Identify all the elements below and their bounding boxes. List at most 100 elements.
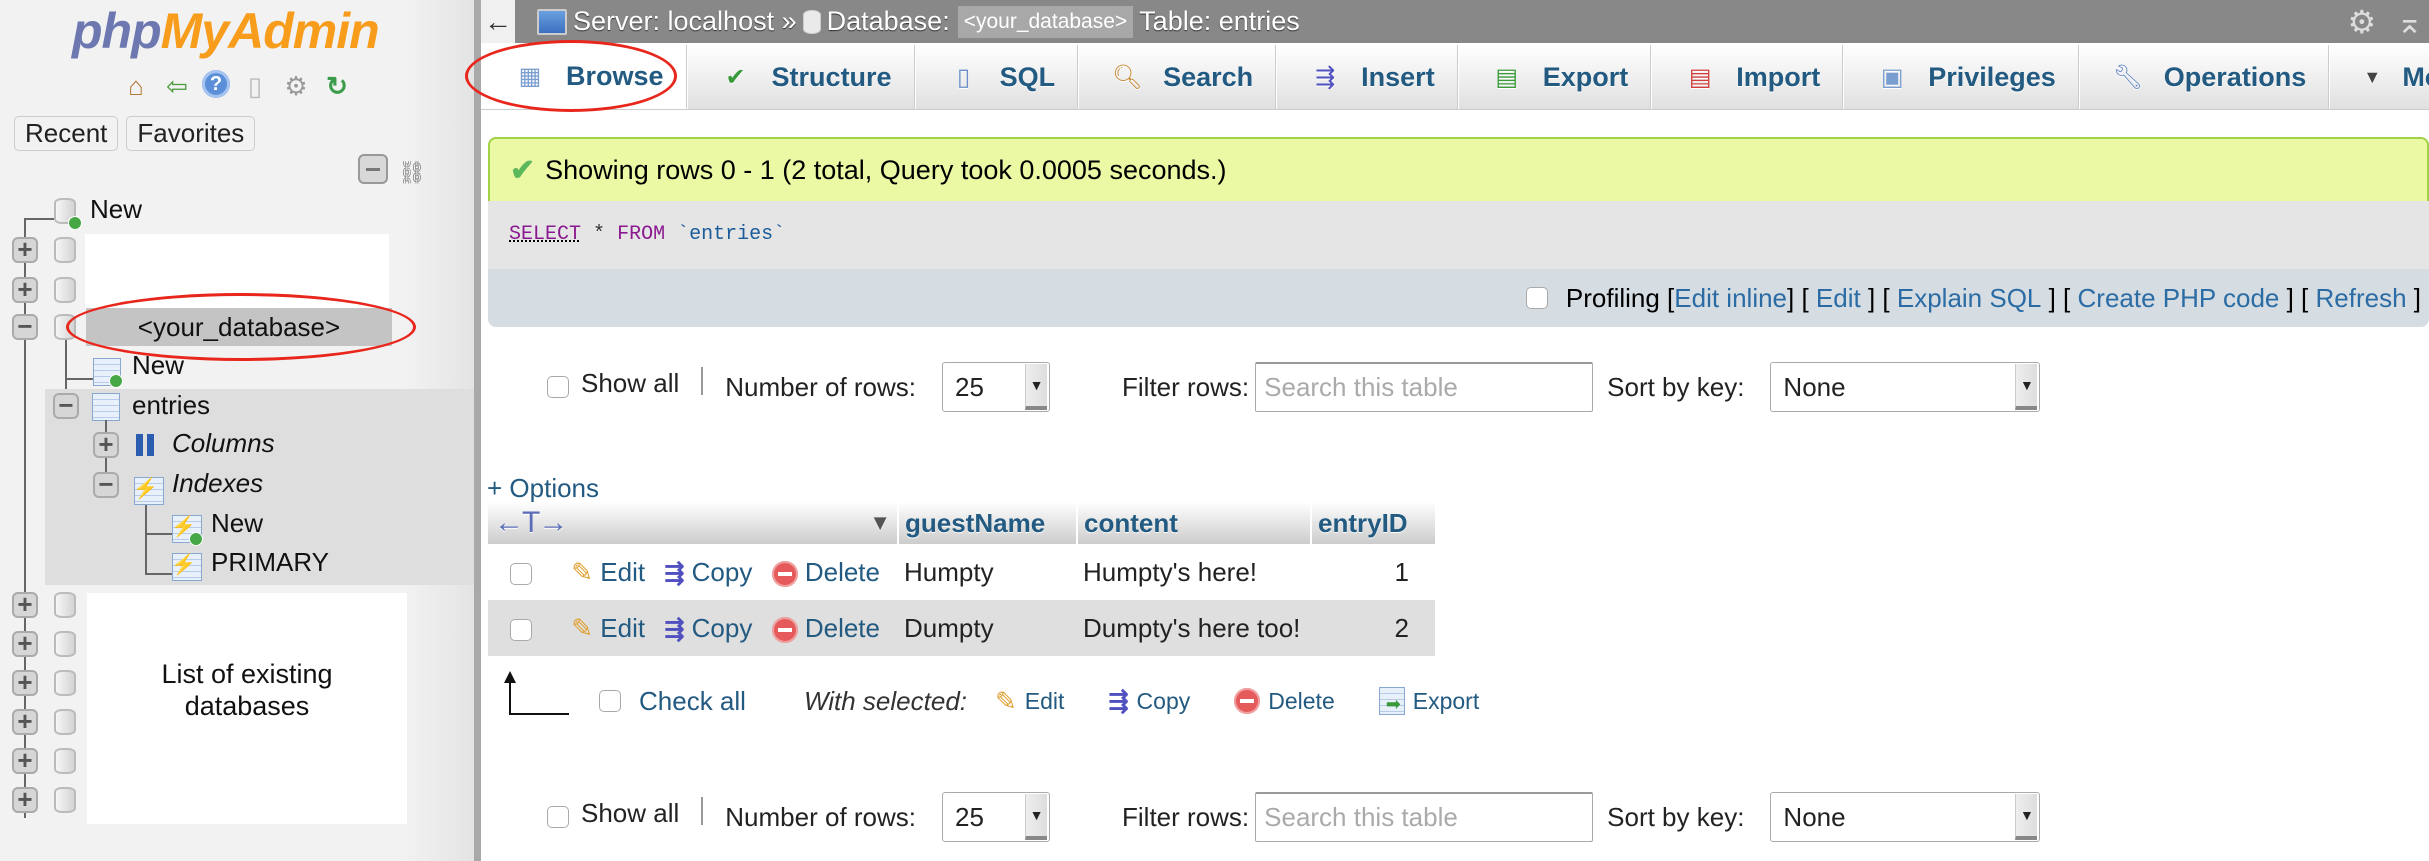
cell-entryid[interactable]: 1	[1311, 544, 1435, 600]
row-copy-button[interactable]: ⇶ Copy	[664, 613, 752, 643]
back-arrow-icon[interactable]: ←	[481, 0, 515, 43]
breadcrumb-server[interactable]: Server: localhost »	[573, 6, 797, 37]
primary-index-link[interactable]: PRIMARY	[211, 547, 329, 578]
breadcrumb-table[interactable]: Table: entries	[1139, 6, 1300, 37]
tab-operations[interactable]: 🔧︎ Operations	[2078, 45, 2330, 109]
query-tools: Profiling [Edit inline] [ Edit ] [ Expla…	[488, 269, 2429, 327]
collapse-icon[interactable]: −	[53, 392, 79, 419]
favorites-tab[interactable]: Favorites	[126, 116, 256, 151]
bulk-delete-button[interactable]: Delete	[1234, 688, 1335, 715]
sort-by-key-select[interactable]: None ▼	[1770, 362, 2041, 412]
logout-icon[interactable]: ⇦	[161, 70, 193, 102]
column-resize-header[interactable]: ←T→ ▼	[488, 502, 899, 544]
tab-structure[interactable]: ✔ Structure	[686, 45, 915, 109]
show-all-checkbox[interactable]	[547, 806, 569, 828]
row-copy-button[interactable]: ⇶ Copy	[664, 557, 752, 587]
expand-icon[interactable]: +	[12, 630, 38, 657]
more-triangle-icon: ▼	[2363, 66, 2382, 87]
reload-icon[interactable]: ↻	[321, 70, 353, 102]
filter-rows-input[interactable]	[1255, 362, 1594, 412]
expand-icon[interactable]: +	[12, 591, 38, 618]
indexes-node[interactable]: Indexes	[172, 468, 263, 499]
collapse-icon[interactable]: −	[93, 471, 119, 498]
bulk-copy-button[interactable]: ⇶ Copy	[1108, 687, 1190, 716]
sort-arrow-icon[interactable]: ▼	[869, 510, 891, 536]
resize-columns-icon[interactable]: ←T→	[494, 506, 568, 539]
table-icon	[92, 393, 120, 421]
row-edit-button[interactable]: ✎ Edit	[571, 613, 645, 643]
expand-icon[interactable]: +	[12, 708, 38, 735]
expand-icon[interactable]: +	[12, 747, 38, 774]
columns-node[interactable]: Columns	[172, 428, 275, 459]
row-checkbox[interactable]	[510, 618, 532, 641]
column-header-entryid[interactable]: entryID	[1311, 502, 1435, 544]
refresh-link[interactable]: Refresh	[2316, 283, 2407, 314]
profiling-checkbox[interactable]	[1525, 287, 1548, 309]
cell-content[interactable]: Humpty's here!	[1077, 544, 1311, 600]
selected-database[interactable]: <your_database>	[86, 308, 392, 346]
tab-search[interactable]: 🔍︎ Search	[1078, 45, 1277, 109]
edit-inline-link[interactable]: Edit inline	[1674, 283, 1787, 314]
tab-browse[interactable]: ▦ Browse	[481, 45, 687, 109]
row-edit-button[interactable]: ✎ Edit	[571, 557, 645, 587]
cell-entryid[interactable]: 2	[1311, 600, 1435, 656]
sql-icon: ▯	[956, 63, 971, 91]
tab-insert[interactable]: ⇶ Insert	[1276, 45, 1458, 109]
home-icon[interactable]: ⌂	[120, 70, 152, 102]
expand-icon[interactable]: +	[12, 669, 38, 696]
cell-content[interactable]: Dumpty's here too!	[1077, 600, 1311, 656]
expand-icon[interactable]: +	[12, 276, 38, 303]
cell-guestname[interactable]: Dumpty	[898, 600, 1077, 656]
tab-sql[interactable]: ▯ SQL	[914, 45, 1079, 109]
add-badge-icon	[189, 532, 203, 546]
tab-import[interactable]: ▤ Import	[1651, 45, 1844, 109]
explain-sql-link[interactable]: Explain SQL	[1897, 283, 2042, 314]
row-delete-button[interactable]: Delete	[771, 613, 880, 643]
edit-query-link[interactable]: Edit	[1816, 283, 1861, 314]
tab-export[interactable]: ▤ Export	[1457, 45, 1652, 109]
show-all-checkbox[interactable]	[547, 376, 569, 398]
breadcrumb-database-label[interactable]: Database:	[827, 6, 950, 37]
table-entries-link[interactable]: entries	[132, 390, 210, 421]
recent-tab[interactable]: Recent	[14, 116, 119, 151]
phpmyadmin-logo[interactable]: phpMyAdmin	[72, 2, 380, 60]
expand-icon[interactable]: +	[12, 236, 38, 263]
settings-gear-icon[interactable]: ⚙	[2348, 3, 2377, 41]
bulk-edit-button[interactable]: ✎ Edit	[995, 686, 1064, 717]
panel-splitter[interactable]	[474, 0, 481, 861]
expand-icon[interactable]: +	[93, 431, 119, 458]
create-php-code-link[interactable]: Create PHP code	[2078, 283, 2280, 314]
collapse-icon[interactable]: −	[12, 313, 38, 340]
filter-rows-input[interactable]	[1255, 792, 1594, 842]
options-toggle-link[interactable]: + Options	[487, 473, 599, 504]
new-table-link[interactable]: New	[132, 350, 184, 381]
link-with-main-icon[interactable]: ⛓	[398, 160, 426, 186]
copy-icon: ⇶	[1108, 687, 1129, 715]
row-checkbox[interactable]	[510, 562, 532, 585]
row-delete-button[interactable]: Delete	[771, 557, 880, 587]
check-all-link[interactable]: Check all	[639, 686, 746, 717]
collapse-all-icon[interactable]	[358, 154, 388, 184]
success-check-icon: ✔	[510, 153, 536, 187]
table-tabs: ▦ Browse ✔ Structure ▯ SQL 🔍︎ Search ⇶ Insert…	[481, 45, 2429, 110]
check-all-checkbox[interactable]	[599, 690, 621, 712]
settings-icon[interactable]: ⚙	[280, 70, 312, 102]
breadcrumb-database[interactable]: <your_database>	[957, 5, 1134, 38]
docs-icon[interactable]: ▯	[239, 70, 271, 102]
new-index-link[interactable]: New	[211, 508, 263, 539]
new-database-link[interactable]: New	[90, 194, 142, 225]
column-header-guestname[interactable]: guestName	[898, 502, 1078, 544]
tab-more[interactable]: ▼More	[2329, 45, 2429, 109]
column-header-content[interactable]: content	[1077, 502, 1312, 544]
collapse-top-icon[interactable]: ⌅	[2396, 3, 2423, 41]
sort-by-key-select[interactable]: None ▼	[1770, 792, 2041, 842]
expand-icon[interactable]: +	[12, 786, 38, 813]
rows-per-page-select[interactable]: 25 ▼	[942, 792, 1051, 842]
rows-per-page-select[interactable]: 25 ▼	[942, 362, 1051, 412]
cell-guestname[interactable]: Humpty	[898, 544, 1077, 600]
help-icon[interactable]: ?	[202, 70, 230, 98]
breadcrumb-bar: ← Server: localhost » Database: <your_da…	[481, 0, 2429, 43]
sql-keyword-select[interactable]: SELECT	[509, 223, 581, 246]
tab-privileges[interactable]: ▣ Privileges	[1843, 45, 2079, 109]
bulk-export-button[interactable]: Export	[1378, 687, 1479, 715]
